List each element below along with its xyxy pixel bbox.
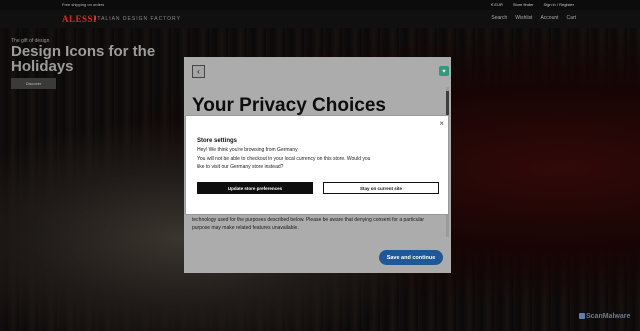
consent-brand-icon: ✦: [439, 66, 449, 76]
currency-link[interactable]: € EUR: [491, 2, 503, 7]
privacy-body-text: technology used for the purposes describ…: [192, 217, 425, 231]
scanmalware-watermark: ScanMalware: [579, 313, 630, 320]
search-icon[interactable]: Search: [491, 15, 507, 21]
save-and-continue-button[interactable]: Save and continue: [379, 250, 443, 265]
site-logo[interactable]: ALESSI: [62, 14, 97, 24]
close-icon[interactable]: ×: [439, 119, 444, 128]
sign-in-link[interactable]: Sign in / Register: [544, 2, 574, 7]
store-dialog-title: Store settings: [197, 138, 238, 144]
scanmalware-logo-icon: [579, 313, 585, 319]
update-store-preferences-button[interactable]: Update store preferences: [197, 182, 313, 194]
hero-title: Design Icons for the Holidays: [11, 43, 156, 75]
stay-on-current-site-button[interactable]: Stay on current site: [323, 182, 439, 194]
promo-text: Free shipping on orders: [62, 2, 105, 7]
store-location-text: Hey! We think you're browsing from Germa…: [197, 147, 298, 153]
site-tagline: ITALIAN DESIGN FACTORY: [95, 16, 181, 22]
chevron-left-icon: ‹: [197, 66, 200, 76]
utility-links: € EUR Store finder Sign in / Register: [491, 2, 574, 7]
watermark-text: ScanMalware: [586, 313, 631, 320]
store-settings-dialog: × Store settings Hey! We think you're br…: [185, 115, 449, 215]
store-currency-text: You will not be able to checkout in your…: [197, 156, 371, 170]
hero-cta-button[interactable]: Discover: [11, 78, 56, 89]
site-header: ALESSI ITALIAN DESIGN FACTORY Search Wis…: [0, 10, 640, 28]
account-icon[interactable]: Account: [540, 15, 558, 21]
header-icons: Search Wishlist Account Cart: [491, 15, 576, 21]
scrollbar-thumb[interactable]: [446, 91, 449, 117]
top-utility-bar: Free shipping on orders € EUR Store find…: [0, 0, 640, 10]
wishlist-icon[interactable]: Wishlist: [515, 15, 532, 21]
back-button[interactable]: ‹: [192, 65, 205, 78]
cart-icon[interactable]: Cart: [567, 15, 576, 21]
store-finder-link[interactable]: Store finder: [513, 2, 534, 7]
privacy-title: Your Privacy Choices: [192, 95, 386, 116]
